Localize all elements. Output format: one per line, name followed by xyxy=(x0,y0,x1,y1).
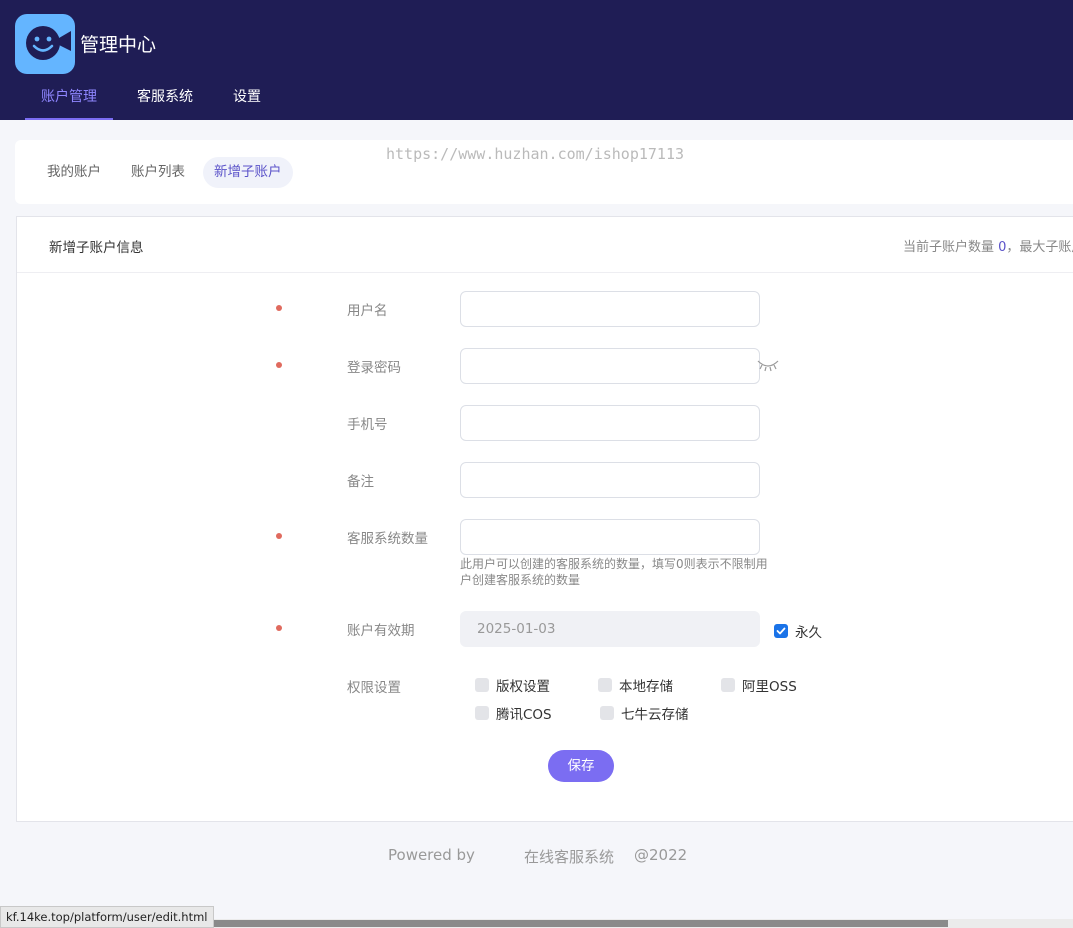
perm-local-storage-label: 本地存储 xyxy=(619,679,673,695)
browser-status-url: kf.14ke.top/platform/user/edit.html xyxy=(0,906,214,928)
expiry-label: 账户有效期 xyxy=(347,623,415,639)
forever-checkbox[interactable]: 永久 xyxy=(774,621,822,641)
expiry-date-input[interactable]: 2025-01-03 xyxy=(460,611,760,647)
perm-qiniu-label: 七牛云存储 xyxy=(621,707,689,723)
username-input[interactable] xyxy=(460,291,760,327)
password-label: 登录密码 xyxy=(347,360,401,376)
checkbox-checked-icon[interactable] xyxy=(774,624,788,638)
phone-input[interactable] xyxy=(460,405,760,441)
nav-customer-service-system[interactable]: 客服系统 xyxy=(121,78,209,120)
perm-copyright-label: 版权设置 xyxy=(496,679,550,695)
app-title: 管理中心 xyxy=(80,34,157,56)
card-header: 新增子账户信息 当前子账户数量 0，最大子账户 xyxy=(17,217,1073,273)
remark-label: 备注 xyxy=(347,474,374,490)
remark-input[interactable] xyxy=(460,462,760,498)
checkbox-icon[interactable] xyxy=(721,678,735,692)
main-nav: 账户管理 客服系统 设置 xyxy=(25,78,285,120)
required-dot xyxy=(276,362,282,368)
top-header: 管理中心 账户管理 客服系统 设置 xyxy=(0,0,1073,120)
required-dot xyxy=(276,625,282,631)
service-count-hint: 此用户可以创建的客服系统的数量，填写0则表示不限制用户创建客服系统的数量 xyxy=(460,557,768,587)
service-count-label: 客服系统数量 xyxy=(347,531,428,547)
checkbox-icon[interactable] xyxy=(598,678,612,692)
checkbox-icon[interactable] xyxy=(600,706,614,720)
chat-logo-icon[interactable] xyxy=(15,14,75,74)
perm-copyright-checkbox[interactable]: 版权设置 xyxy=(475,675,550,695)
nav-account-management[interactable]: 账户管理 xyxy=(25,78,113,120)
subtab-account-list[interactable]: 账户列表 xyxy=(120,157,196,188)
footer-powered-by: Powered by xyxy=(388,846,475,864)
sub-account-count-info: 当前子账户数量 0，最大子账户 xyxy=(903,236,1073,255)
permissions-label: 权限设置 xyxy=(347,680,401,696)
password-input[interactable] xyxy=(460,348,760,384)
horizontal-scrollbar[interactable] xyxy=(198,919,1073,928)
footer-system-name[interactable]: 在线客服系统 xyxy=(524,846,614,867)
perm-qiniu-checkbox[interactable]: 七牛云存储 xyxy=(600,703,689,723)
checkbox-icon[interactable] xyxy=(475,678,489,692)
perm-aliyun-oss-checkbox[interactable]: 阿里OSS xyxy=(721,675,797,695)
count-suffix: ，最大子账户 xyxy=(1006,240,1073,255)
checkbox-icon[interactable] xyxy=(475,706,489,720)
service-count-input[interactable] xyxy=(460,519,760,555)
nav-settings[interactable]: 设置 xyxy=(217,78,277,120)
scrollbar-thumb[interactable] xyxy=(198,920,948,927)
subtab-add-sub-account[interactable]: 新增子账户 xyxy=(203,157,293,188)
footer-year: @2022 xyxy=(634,846,688,864)
perm-aliyun-oss-label: 阿里OSS xyxy=(742,679,797,695)
perm-tencent-cos-checkbox[interactable]: 腾讯COS xyxy=(475,703,552,723)
required-dot xyxy=(276,533,282,539)
phone-label: 手机号 xyxy=(347,417,388,433)
perm-tencent-cos-label: 腾讯COS xyxy=(496,707,552,723)
watermark-url: https://www.huzhan.com/ishop17113 xyxy=(386,145,685,163)
username-label: 用户名 xyxy=(347,303,388,319)
card-title: 新增子账户信息 xyxy=(49,240,144,256)
eye-closed-icon[interactable] xyxy=(755,356,781,378)
required-dot xyxy=(276,305,282,311)
save-button[interactable]: 保存 xyxy=(548,750,614,782)
forever-label: 永久 xyxy=(795,625,822,641)
count-prefix: 当前子账户数量 xyxy=(903,240,999,255)
perm-local-storage-checkbox[interactable]: 本地存储 xyxy=(598,675,673,695)
subtab-my-account[interactable]: 我的账户 xyxy=(36,157,112,188)
